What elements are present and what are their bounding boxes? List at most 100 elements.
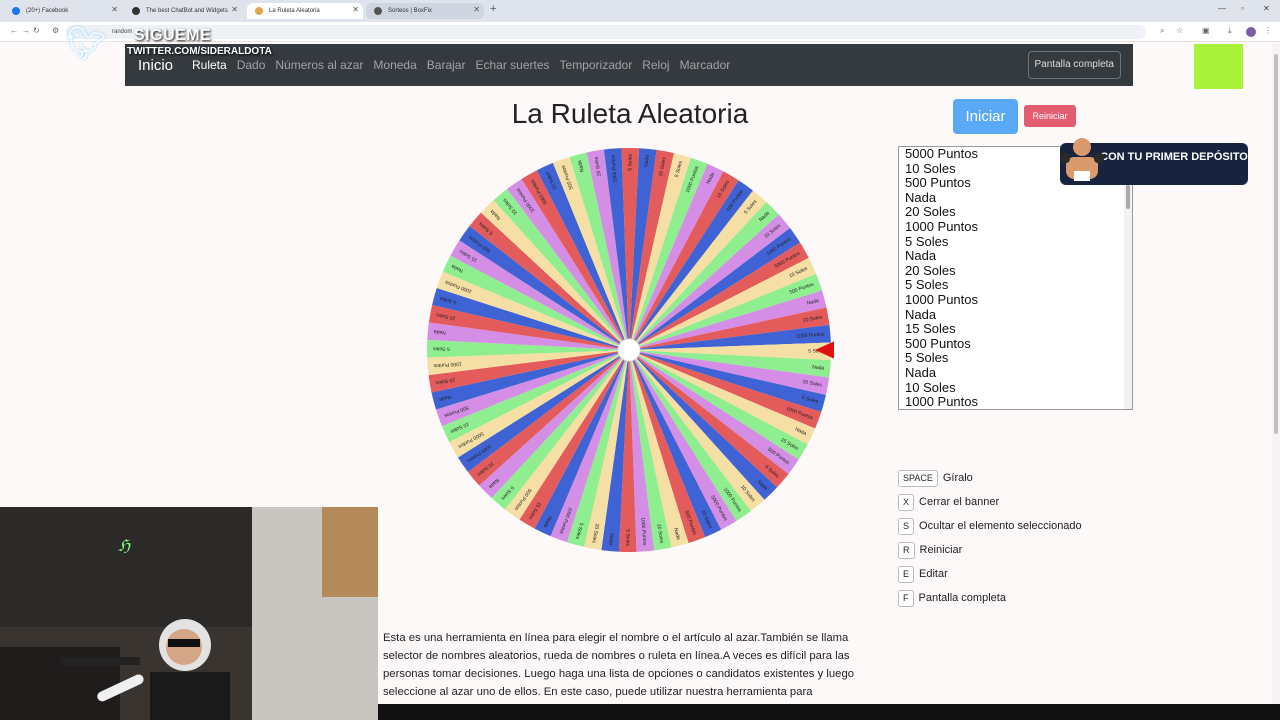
reset-button[interactable]: Reiniciar <box>1024 105 1076 127</box>
nav-link-marcador[interactable]: Marcador <box>680 58 731 72</box>
new-tab-button[interactable]: + <box>490 3 496 15</box>
close-icon[interactable]: ✕ <box>111 5 118 14</box>
tab-label: (20+) Facebook <box>26 8 69 14</box>
key-cap: SPACE <box>898 469 938 487</box>
option-item: Nada <box>905 364 937 380</box>
site-navbar: Inicio Ruleta Dado Números al azar Moned… <box>125 44 1133 86</box>
neon-sign-icon: ℌ <box>118 536 131 555</box>
option-item: 1000 Puntos <box>905 394 979 410</box>
tab-facebook[interactable]: (20+) Facebook ✕ <box>4 3 122 19</box>
key-cap: F <box>898 589 914 607</box>
facebook-icon <box>12 7 20 15</box>
start-button[interactable]: Iniciar <box>953 99 1018 134</box>
close-window-icon[interactable]: ✕ <box>1263 4 1270 13</box>
tab-sorteos[interactable]: Sorteos | BoxFix ✕ <box>366 3 484 19</box>
stream-overlay: 🐦︎ SIGUEME TWITTER.COM/SIDERALDOTA <box>66 24 272 64</box>
shortcut-label: Cerrar el banner <box>919 496 1000 508</box>
overlay-handle: TWITTER.COM/SIDERALDOTA <box>127 46 272 57</box>
nav-links: Ruleta Dado Números al azar Moneda Baraj… <box>192 58 730 72</box>
overlay-follow-text: SIGUEME <box>134 27 212 44</box>
shortcut-row: E Editar <box>898 562 1082 586</box>
option-item: 1000 Puntos <box>905 218 979 234</box>
browser-tab-bar: (20+) Facebook ✕ The best ChatBot and Wi… <box>0 0 1280 22</box>
maximize-icon[interactable]: ▫ <box>1241 4 1244 13</box>
wheel-segment-label: Nada <box>607 533 614 546</box>
shortcut-row: SPACE Gíralo <box>898 466 1082 490</box>
tab-label: Sorteos | BoxFix <box>388 8 432 14</box>
download-icon[interactable]: ⤓ <box>1228 26 1232 36</box>
twitter-bird-icon: 🐦︎ <box>66 25 107 61</box>
options-scrollbar[interactable] <box>1124 147 1132 409</box>
nav-link-echar-suertes[interactable]: Echar suertes <box>475 58 549 72</box>
shortcut-row: S Ocultar el elemento seleccionado <box>898 514 1082 538</box>
option-item: 20 Soles <box>905 262 956 278</box>
close-icon[interactable]: ✕ <box>352 5 359 14</box>
promo-text: CON TU PRIMER DEPÓSITO <box>1100 151 1248 163</box>
reload-icon[interactable]: ↻ <box>33 26 40 35</box>
key-cap: X <box>898 493 915 511</box>
menu-icon[interactable]: ⋮ <box>1264 26 1272 35</box>
wheel-segment-label: Nada <box>644 154 651 167</box>
wheel-segment-label: 5 Soles <box>432 345 449 351</box>
tab-label: La Ruleta Aleatoria <box>269 8 320 14</box>
github-icon <box>374 7 382 15</box>
tab-chatbot[interactable]: The best ChatBot and Widgets ✕ <box>124 3 242 19</box>
tab-ruleta[interactable]: La Ruleta Aleatoria ✕ <box>247 3 363 19</box>
wheel-segment-label: Nada <box>433 328 446 335</box>
back-icon[interactable]: ← <box>10 26 18 35</box>
extensions-icon[interactable]: ▣ <box>1202 26 1210 35</box>
nav-link-temporizador[interactable]: Temporizador <box>560 58 633 72</box>
nav-link-barajar[interactable]: Barajar <box>427 58 466 72</box>
webcam-overlay: ℌ <box>0 507 378 720</box>
option-item: 15 Soles <box>905 321 956 337</box>
taskbar-strip <box>378 704 1280 720</box>
profile-avatar[interactable] <box>1246 27 1256 37</box>
github-icon <box>132 7 140 15</box>
option-item: Nada <box>905 189 937 205</box>
wheel-icon <box>255 7 263 15</box>
fullscreen-button[interactable]: Pantalla completa <box>1027 51 1121 79</box>
shortcut-label: Reiniciar <box>919 544 963 556</box>
wheel-segment-label: Nada <box>812 365 825 372</box>
option-item: 5 Soles <box>905 233 949 249</box>
overlay-green-square <box>1194 44 1243 89</box>
minimize-icon[interactable]: — <box>1218 4 1226 13</box>
shortcut-label: Pantalla completa <box>918 592 1006 604</box>
key-cap: R <box>898 541 915 559</box>
page-title: La Ruleta Aleatoria <box>511 98 749 129</box>
shortcut-label: Ocultar el elemento seleccionado <box>919 520 1082 532</box>
wheel-segment-label: 5 Soles <box>624 529 630 546</box>
description-text: Esta es una herramienta en línea para el… <box>383 632 855 698</box>
nav-link-moneda[interactable]: Moneda <box>373 58 416 72</box>
shortcut-label: Editar <box>919 568 948 580</box>
option-item: Nada <box>905 248 937 264</box>
option-item: 20 Soles <box>905 204 956 220</box>
option-item: 5 Soles <box>905 350 949 366</box>
option-item: 500 Puntos <box>905 335 971 351</box>
shortcut-label: Gíralo <box>942 472 973 484</box>
wheel-segment-label: 5 Soles <box>627 153 633 170</box>
forward-icon[interactable]: → <box>22 26 30 35</box>
zoom-icon[interactable]: ⌕ <box>1160 26 1164 36</box>
wheel-svg[interactable]: Nada 20 Soles 5 Soles 1000 Puntos Nada15 Sol… <box>424 145 837 555</box>
page-scrollbar[interactable] <box>1272 44 1280 704</box>
roulette-wheel[interactable]: Nada 20 Soles 5 Soles 1000 Puntos Nada 15 Sol… <box>424 145 837 555</box>
close-icon[interactable]: ✕ <box>231 5 238 14</box>
close-icon[interactable]: ✕ <box>473 5 480 14</box>
promo-banner[interactable]: CON TU PRIMER DEPÓSITO <box>1060 138 1248 185</box>
wheel-center-hub <box>617 338 641 362</box>
promo-mascot-icon <box>1060 138 1104 181</box>
nav-link-reloj[interactable]: Reloj <box>642 58 669 72</box>
key-cap: E <box>898 565 915 583</box>
nav-link-numeros[interactable]: Números al azar <box>275 58 363 72</box>
key-cap: S <box>898 517 915 535</box>
shortcut-row: R Reiniciar <box>898 538 1082 562</box>
shortcut-row: X Cerrar el banner <box>898 490 1082 514</box>
bookmark-star-icon[interactable]: ☆ <box>1176 26 1183 35</box>
option-item: 5 Soles <box>905 277 949 293</box>
option-item: 10 Soles <box>905 379 956 395</box>
site-info-icon[interactable]: ⚙ <box>52 26 59 35</box>
option-item: 1000 Puntos <box>905 291 979 307</box>
webcam-feed-image: ℌ <box>0 507 378 720</box>
option-item: Nada <box>905 306 937 322</box>
